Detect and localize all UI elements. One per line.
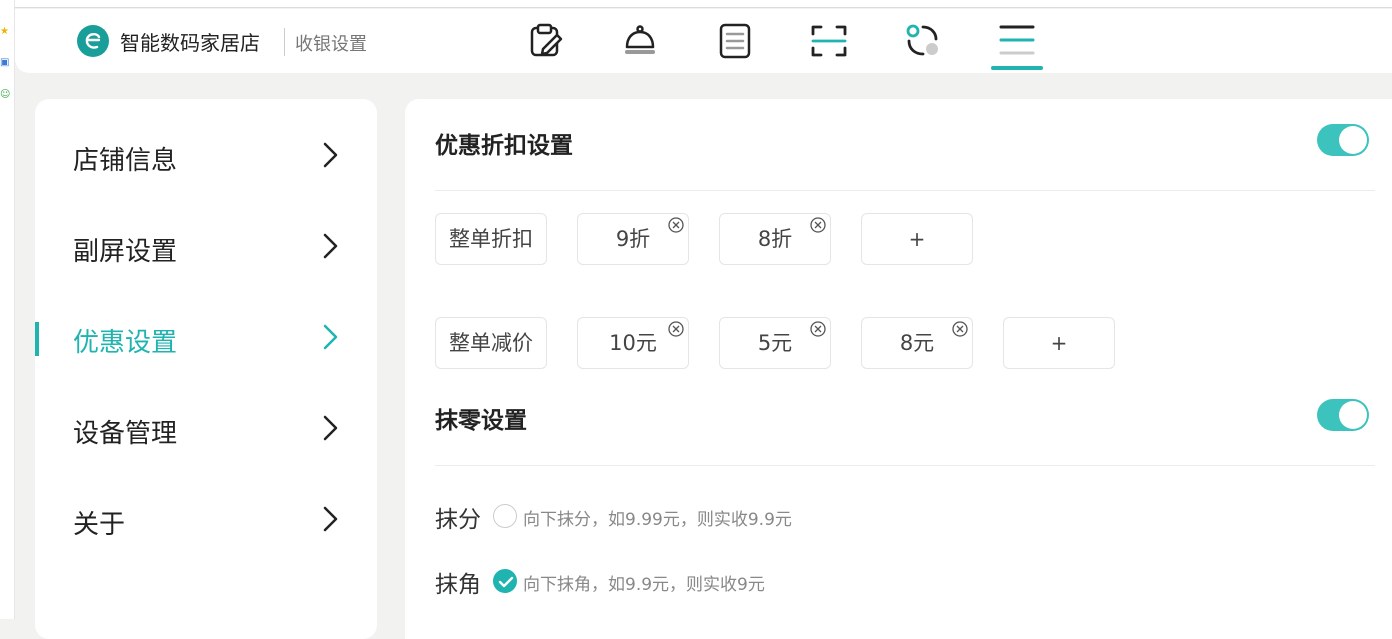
chevron-right-icon <box>323 324 338 350</box>
remove-circle-icon[interactable] <box>667 216 685 234</box>
rounding-option-label: 抹分 <box>435 507 481 533</box>
sidebar-item-label: 设备管理 <box>73 419 178 449</box>
discount-chip[interactable]: 8折 <box>719 213 831 265</box>
sidebar-item-label: 优惠设置 <box>73 328 178 358</box>
remove-circle-icon[interactable] <box>809 320 827 338</box>
rounding-option-label: 抹角 <box>435 572 481 598</box>
sidebar-item-device-management[interactable]: 设备管理 <box>35 399 377 459</box>
reduction-chip-value: 10元 <box>609 331 657 355</box>
store-logo-icon <box>77 25 109 57</box>
browser-top-border <box>15 0 1392 8</box>
chevron-right-icon <box>323 233 338 259</box>
section-divider <box>435 190 1375 191</box>
menu-icon[interactable] <box>991 21 1043 70</box>
chevron-right-icon <box>323 142 338 168</box>
remove-circle-icon[interactable] <box>667 320 685 338</box>
rounding-option-desc: 向下抹分，如9.99元，则实收9.9元 <box>523 510 792 530</box>
reduction-chip[interactable]: 10元 <box>577 317 689 369</box>
page-name: 收银设置 <box>295 34 367 55</box>
discount-settings-panel: 优惠折扣设置 整单折扣 9折 8折 + 整单减价 10元 5元 8元 + 抹零设… <box>405 99 1392 639</box>
sidebar-item-discount[interactable]: 优惠设置 <box>35 308 377 368</box>
sidebar-item-label: 店铺信息 <box>73 146 178 176</box>
chevron-right-icon <box>323 415 338 441</box>
reduction-chip[interactable]: 8元 <box>861 317 973 369</box>
rounding-option-desc: 向下抹角，如9.9元，则实收9元 <box>523 575 765 595</box>
radio-button[interactable] <box>493 504 517 528</box>
toggle-knob <box>1339 126 1367 154</box>
whole-reduction-label: 整单减价 <box>435 317 547 369</box>
radio-button-checked[interactable] <box>493 569 517 593</box>
remove-circle-icon[interactable] <box>951 320 969 338</box>
rounding-toggle[interactable] <box>1317 399 1369 431</box>
discount-chip[interactable]: 9折 <box>577 213 689 265</box>
sidebar-item-label: 关于 <box>73 510 126 540</box>
app-header: 智能数码家居店 收银设置 <box>15 9 1392 73</box>
store-name: 智能数码家居店 <box>120 31 260 55</box>
section-divider <box>435 465 1375 466</box>
document-list-icon[interactable] <box>715 21 755 61</box>
discount-chip-value: 8折 <box>757 227 793 251</box>
toggle-knob <box>1339 401 1367 429</box>
active-indicator <box>35 322 39 356</box>
discount-toggle[interactable] <box>1317 124 1369 156</box>
service-bell-icon[interactable] <box>620 21 660 61</box>
scan-icon[interactable] <box>809 21 849 61</box>
sidebar-item-about[interactable]: 关于 <box>35 490 377 550</box>
window-icon[interactable]: ▣ <box>0 58 10 68</box>
chat-icon[interactable]: ☺ <box>0 90 10 100</box>
whole-discount-label: 整单折扣 <box>435 213 547 265</box>
remove-circle-icon[interactable] <box>809 216 827 234</box>
sidebar-item-label: 副屏设置 <box>73 237 178 267</box>
add-reduction-button[interactable]: + <box>1003 317 1115 369</box>
edit-note-icon[interactable] <box>527 21 567 61</box>
discount-chip-value: 9折 <box>615 227 651 251</box>
reduction-chip-value: 5元 <box>757 331 793 355</box>
header-divider <box>284 28 285 56</box>
discount-section-title: 优惠折扣设置 <box>435 133 573 159</box>
checkmark-icon <box>498 576 514 588</box>
reduction-chip-value: 8元 <box>899 331 935 355</box>
star-icon[interactable]: ★ <box>0 27 10 37</box>
rounding-section-title: 抹零设置 <box>435 408 527 434</box>
sidebar-item-store-info[interactable]: 店铺信息 <box>35 126 377 186</box>
browser-side-strip: ★ ▣ ☺ <box>0 0 15 619</box>
reduction-chip[interactable]: 5元 <box>719 317 831 369</box>
settings-sidebar: 店铺信息 副屏设置 优惠设置 设备管理 关于 <box>35 99 377 639</box>
add-discount-button[interactable]: + <box>861 213 973 265</box>
sidebar-item-secondary-screen[interactable]: 副屏设置 <box>35 217 377 277</box>
data-nodes-icon[interactable] <box>903 21 943 61</box>
chevron-right-icon <box>323 506 338 532</box>
